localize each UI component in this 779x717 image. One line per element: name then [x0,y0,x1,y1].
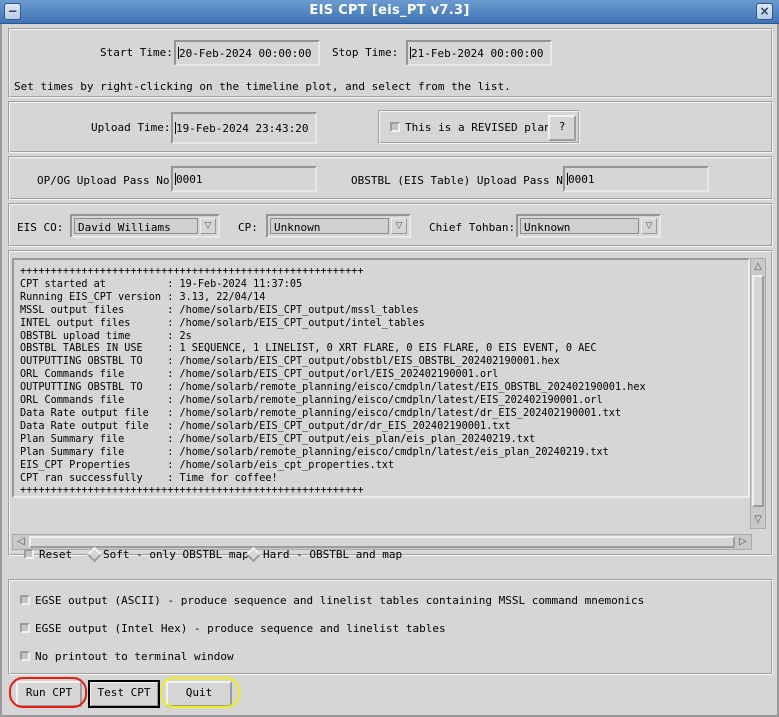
scroll-right-icon[interactable]: ▷ [736,535,750,549]
revised-plan-label: This is a REVISED plan [405,121,551,134]
start-time-field[interactable]: 20-Feb-2024 00:00:00 [174,40,320,66]
chief-tohban-dropdown[interactable]: Unknown ▽ [516,214,661,238]
upload-time-label: Upload Time: [91,121,171,134]
console-line: OUTPUTTING OBSTBL TO : /home/solarb/remo… [20,382,646,394]
console-line: CPT ran successfully : Time for coffee! [20,472,278,484]
opog-pass-field[interactable]: 0001 [171,166,317,192]
console-line: ++++++++++++++++++++++++++++++++++++++++… [20,485,364,497]
test-cpt-button[interactable]: Test CPT [88,680,160,708]
eis-co-label: EIS CO: [17,221,64,234]
console-output[interactable]: ++++++++++++++++++++++++++++++++++++++++… [12,258,750,498]
console-line: Data Rate output file : /home/solarb/EIS… [20,420,511,432]
console-line: Data Rate output file : /home/solarb/rem… [20,407,622,419]
hard-reset-label: Hard - OBSTBL and map [263,548,403,561]
no-printout-checkbox[interactable] [20,651,30,661]
quit-highlight [160,677,240,708]
egse-ascii-checkbox[interactable] [20,595,30,605]
cp-dropdown[interactable]: Unknown ▽ [266,214,411,238]
reset-checkbox[interactable] [24,549,34,559]
egse-ascii-label: EGSE output (ASCII) - produce sequence a… [35,594,645,607]
chief-tohban-value: Unknown [520,218,639,234]
cp-value: Unknown [270,218,389,234]
stop-time-field[interactable]: 21-Feb-2024 00:00:00 [406,40,552,66]
start-time-value: 20-Feb-2024 00:00:00 [179,47,312,60]
console-line: CPT started at : 19-Feb-2024 11:37:05 [20,278,303,290]
console-line: ORL Commands file : /home/solarb/remote_… [20,395,603,407]
eis-co-value: David Williams [74,218,198,234]
obstbl-pass-label: OBSTBL (EIS Table) Upload Pass No: [351,174,577,187]
egse-intel-checkbox[interactable] [20,623,30,633]
console-vertical-scrollbar[interactable]: △ ▽ [750,258,766,529]
chief-tohban-label: Chief Tohban: [429,221,516,234]
cp-label: CP: [238,221,258,234]
reset-label: Reset [39,548,73,561]
console-line: OBSTBL TABLES IN USE : 1 SEQUENCE, 1 LIN… [20,343,597,355]
time-hint: Set times by right-clicking on the timel… [14,80,511,93]
stop-time-value: 21-Feb-2024 00:00:00 [411,47,544,60]
console-line: Running EIS_CPT version : 3.13, 22/04/14 [20,291,266,303]
stop-time-label: Stop Time: [332,46,399,59]
upload-time-field[interactable]: 19-Feb-2024 23:43:20 [171,112,317,144]
close-icon[interactable]: × [756,3,773,20]
title-bar: − EIS CPT [eis_PT v7.3] × [0,0,779,24]
scroll-left-icon[interactable]: ◁ [14,535,28,549]
console-line: ORL Commands file : /home/solarb/EIS_CPT… [20,369,499,381]
obstbl-pass-value: 0001 [568,173,595,186]
revised-plan-checkbox[interactable] [390,122,400,132]
console-text: ++++++++++++++++++++++++++++++++++++++++… [14,260,748,497]
chevron-down-icon[interactable]: ▽ [391,218,407,234]
eis-co-dropdown[interactable]: David Williams ▽ [70,214,220,238]
console-line: Plan Summary file : /home/solarb/remote_… [20,446,609,458]
console-line: INTEL output files : /home/solarb/EIS_CP… [20,317,425,329]
scroll-down-icon[interactable]: ▽ [751,513,765,527]
revised-help-button[interactable]: ? [548,115,576,141]
window-title: EIS CPT [eis_PT v7.3] [309,3,470,18]
start-time-label: Start Time: [100,46,173,59]
obstbl-pass-field[interactable]: 0001 [563,166,709,192]
opog-pass-label: OP/OG Upload Pass No: [37,174,177,187]
soft-reset-label: Soft - only OBSTBL map [103,548,249,561]
upload-time-value: 19-Feb-2024 23:43:20 [176,122,309,135]
chevron-down-icon[interactable]: ▽ [200,218,216,234]
run-cpt-highlight [9,677,87,708]
console-line: Plan Summary file : /home/solarb/EIS_CPT… [20,433,536,445]
chevron-down-icon[interactable]: ▽ [641,218,657,234]
scroll-up-icon[interactable]: △ [751,260,765,274]
main-window: Start Time: 20-Feb-2024 00:00:00 Stop Ti… [0,24,779,717]
console-line: OUTPUTTING OBSTBL TO : /home/solarb/EIS_… [20,356,560,368]
console-line: OBSTBL upload time : 2s [20,330,192,342]
opog-pass-value: 0001 [176,173,203,186]
console-line: EIS_CPT Properties : /home/solarb/eis_cp… [20,459,395,471]
no-printout-label: No printout to terminal window [35,650,234,663]
horizontal-scroll-thumb[interactable] [29,536,735,548]
vertical-scroll-thumb[interactable] [752,275,764,507]
console-line: ++++++++++++++++++++++++++++++++++++++++… [20,266,364,277]
egse-intel-label: EGSE output (Intel Hex) - produce sequen… [35,622,446,635]
console-line: MSSL output files : /home/solarb/EIS_CPT… [20,304,419,316]
